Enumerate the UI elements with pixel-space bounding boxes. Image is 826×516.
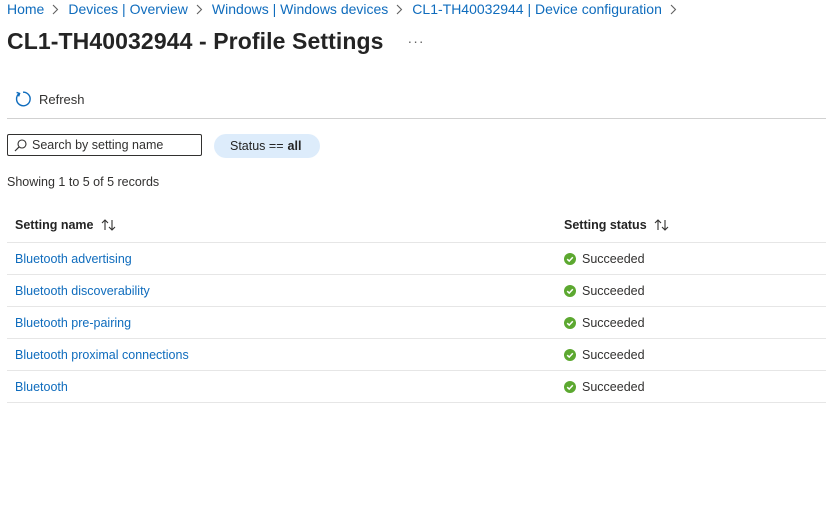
success-check-icon [564,316,576,329]
status-cell: Succeeded [564,316,645,330]
setting-name-link[interactable]: Bluetooth [15,380,68,394]
chevron-right-icon [191,2,209,16]
status-filter-key: Status == [230,139,284,153]
status-text: Succeeded [582,379,645,394]
refresh-button[interactable]: Refresh [14,90,85,108]
setting-name-link[interactable]: Bluetooth proximal connections [15,348,189,362]
success-check-icon [564,348,576,361]
refresh-label: Refresh [39,91,85,107]
command-bar: Refresh [7,88,826,119]
chevron-right-icon [47,2,65,16]
status-text: Succeeded [582,347,645,362]
status-text: Succeeded [582,251,645,266]
refresh-icon [15,91,31,107]
breadcrumb-devices-overview[interactable]: Devices | Overview [68,1,188,17]
column-header-setting-name[interactable]: Setting name [15,218,117,232]
search-input[interactable] [32,138,182,152]
table-row: Bluetooth advertising Succeeded [7,243,826,275]
more-options-button[interactable]: ··· [408,33,425,49]
settings-table: Setting name Setting status Bluetooth ad… [7,208,826,403]
status-filter-value: all [287,139,302,153]
chevron-right-icon [391,2,409,16]
search-box[interactable] [7,134,202,156]
breadcrumb: Home Devices | Overview Windows | Window… [7,0,686,18]
setting-name-link[interactable]: Bluetooth pre-pairing [15,316,131,330]
status-cell: Succeeded [564,348,645,362]
breadcrumb-home[interactable]: Home [7,1,44,17]
status-text: Succeeded [582,283,645,298]
column-header-setting-status[interactable]: Setting status [564,218,670,232]
breadcrumb-windows-devices[interactable]: Windows | Windows devices [212,1,388,17]
sort-icon [654,219,669,231]
status-text: Succeeded [582,315,645,330]
success-check-icon [564,284,576,297]
chevron-right-icon [665,2,683,16]
sort-icon [101,219,115,231]
column-header-label: Setting name [15,218,94,232]
page: Home Devices | Overview Windows | Window… [0,0,826,516]
success-check-icon [564,380,576,393]
record-count: Showing 1 to 5 of 5 records [7,175,160,189]
breadcrumb-device-configuration[interactable]: CL1-TH40032944 | Device configuration [412,1,662,17]
setting-name-link[interactable]: Bluetooth advertising [15,252,132,266]
search-icon [14,138,27,151]
success-check-icon [564,252,576,265]
column-header-label: Setting status [564,218,647,232]
status-cell: Succeeded [564,252,645,266]
table-header: Setting name Setting status [7,208,826,243]
table-row: Bluetooth discoverability Succeeded [7,275,826,307]
title-row: CL1-TH40032944 - Profile Settings ··· [7,28,425,55]
table-row: Bluetooth Succeeded [7,371,826,403]
setting-name-link[interactable]: Bluetooth discoverability [15,284,150,298]
status-cell: Succeeded [564,284,645,298]
table-row: Bluetooth proximal connections Succeeded [7,339,826,371]
page-title: CL1-TH40032944 - Profile Settings [7,28,384,54]
table-row: Bluetooth pre-pairing Succeeded [7,307,826,339]
status-cell: Succeeded [564,380,645,394]
status-filter-pill[interactable]: Status == all [214,134,321,158]
